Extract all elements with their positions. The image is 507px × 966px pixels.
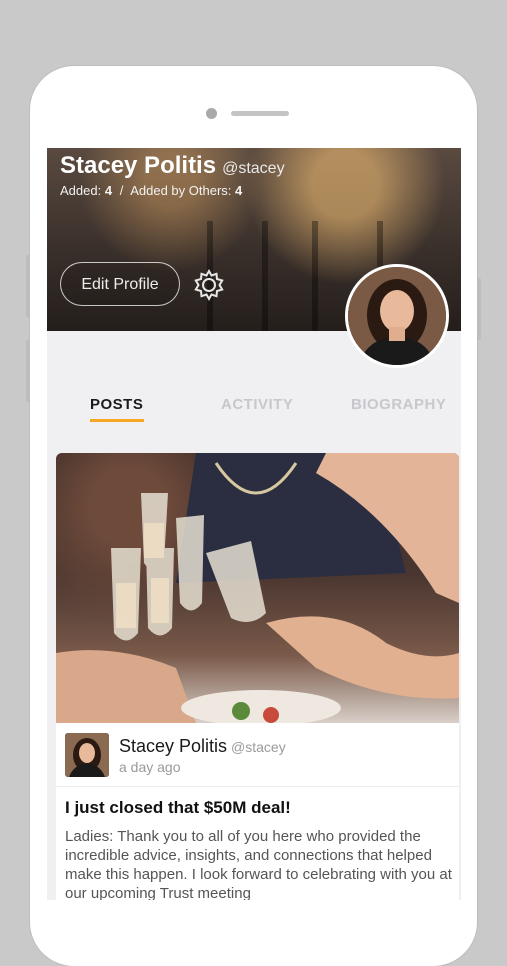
- post-author: Stacey Politis @stacey: [119, 736, 286, 757]
- app-screen: Stacey Politis @stacey Added: 4 / Added b…: [47, 148, 461, 900]
- edit-profile-button[interactable]: Edit Profile: [60, 262, 180, 306]
- post-timestamp: a day ago: [119, 759, 181, 775]
- power-button: [477, 278, 481, 340]
- profile-name: Stacey Politis @stacey: [60, 152, 285, 180]
- post-author-handle: @stacey: [231, 739, 286, 755]
- profile-tabs: POSTS ACTIVITY BIOGRAPHY: [47, 384, 461, 424]
- added-by-others-label: Added by Others:: [130, 183, 232, 198]
- added-stats: Added: 4 / Added by Others: 4: [60, 183, 242, 198]
- post-author-name[interactable]: Stacey Politis: [119, 736, 227, 756]
- profile-avatar[interactable]: [345, 264, 449, 368]
- tab-biography[interactable]: BIOGRAPHY: [351, 396, 446, 413]
- post-divider: [56, 786, 459, 787]
- profile-handle: @stacey: [222, 160, 285, 177]
- tab-posts[interactable]: POSTS: [90, 396, 143, 413]
- profile-name-text: Stacey Politis: [60, 152, 217, 179]
- post-body: Ladies: Thank you to all of you here who…: [65, 828, 452, 900]
- post-image[interactable]: [56, 453, 459, 726]
- post-title: I just closed that $50M deal!: [65, 798, 291, 817]
- tab-activity[interactable]: ACTIVITY: [221, 396, 293, 413]
- speaker-grille: [231, 111, 289, 116]
- added-label: Added:: [60, 183, 102, 198]
- post-author-avatar[interactable]: [65, 733, 109, 777]
- added-count: 4: [104, 183, 113, 198]
- camera-icon: [206, 108, 217, 119]
- added-separator: /: [119, 183, 124, 198]
- added-by-others-count: 4: [235, 183, 243, 198]
- active-tab-indicator: [90, 419, 144, 422]
- post-card[interactable]: Stacey Politis @stacey a day ago I just c…: [56, 453, 459, 900]
- gear-icon[interactable]: [192, 268, 226, 302]
